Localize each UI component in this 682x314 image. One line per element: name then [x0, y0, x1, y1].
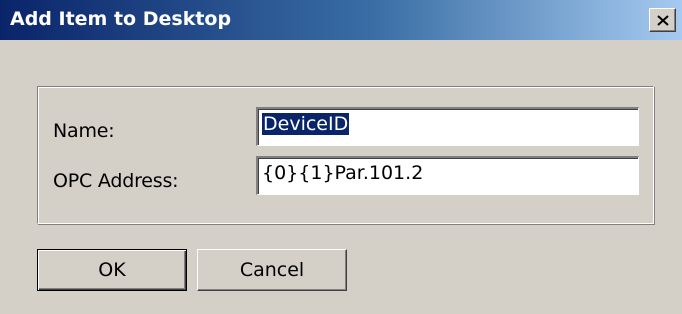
opc-address-value: {0}{1}Par.101.2	[262, 162, 424, 184]
close-button[interactable]	[649, 8, 676, 32]
opc-address-field[interactable]: {0}{1}Par.101.2	[256, 156, 639, 195]
cancel-button-label: Cancel	[239, 259, 305, 281]
close-x-icon	[656, 14, 669, 26]
name-field-value: DeviceID	[262, 113, 350, 135]
cancel-button[interactable]: Cancel	[197, 249, 347, 291]
opc-address-label: OPC Address:	[53, 170, 179, 192]
ok-button-label: OK	[98, 259, 126, 281]
name-label: Name:	[53, 120, 115, 142]
name-field[interactable]: DeviceID	[256, 107, 639, 146]
add-item-dialog: Add Item to Desktop Name: DeviceID OPC A…	[0, 0, 682, 314]
dialog-title: Add Item to Desktop	[10, 8, 232, 30]
title-bar[interactable]: Add Item to Desktop	[0, 0, 682, 40]
ok-button[interactable]: OK	[37, 249, 187, 291]
